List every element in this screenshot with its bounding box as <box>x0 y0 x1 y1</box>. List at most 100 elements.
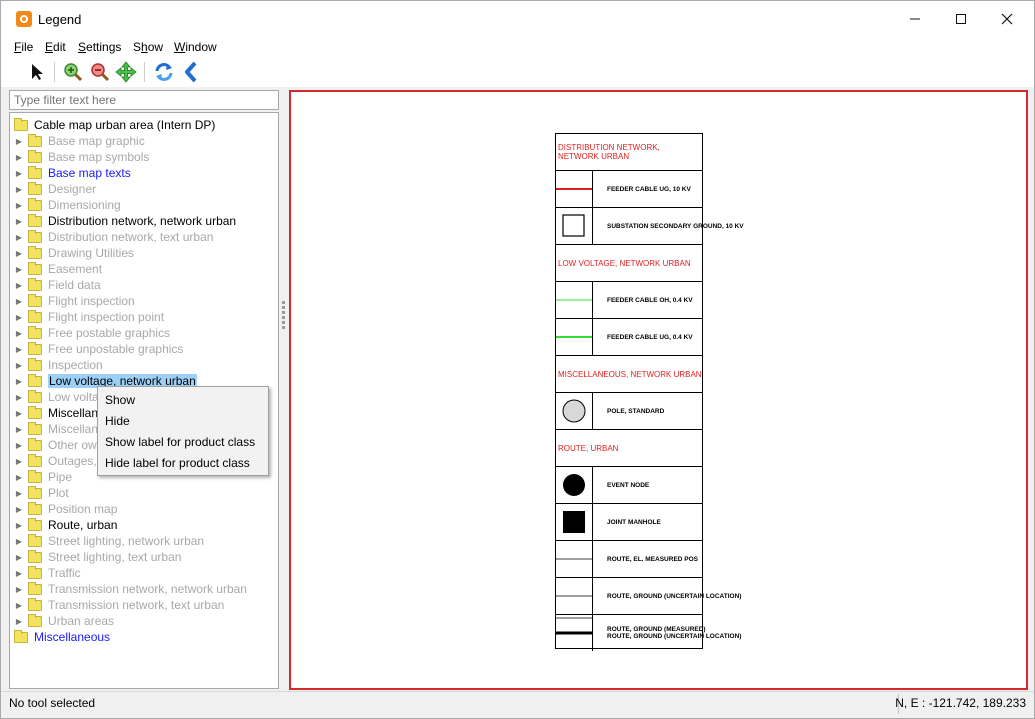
menu-edit[interactable]: Edit <box>45 40 66 54</box>
expand-arrow-icon[interactable]: ▶ <box>14 229 24 245</box>
expand-arrow-icon[interactable]: ▶ <box>14 325 24 341</box>
maximize-icon <box>956 14 966 24</box>
legend-canvas[interactable]: DISTRIBUTION NETWORK, NETWORK URBAN FEEDE… <box>289 90 1028 690</box>
expand-arrow-icon[interactable]: ▶ <box>14 389 24 405</box>
maximize-button[interactable] <box>938 1 984 37</box>
context-show-label[interactable]: Show label for product class <box>105 435 255 449</box>
menu-show[interactable]: Show <box>133 40 163 54</box>
tree-node[interactable]: ▶ Field data <box>14 277 101 293</box>
expand-arrow-icon[interactable]: ▶ <box>14 549 24 565</box>
expand-arrow-icon[interactable]: ▶ <box>14 565 24 581</box>
tree-node[interactable]: ▶ Free postable graphics <box>14 325 170 341</box>
expand-arrow-icon[interactable]: ▶ <box>14 437 24 453</box>
tree-node[interactable]: ▶ Route, urban <box>14 517 117 533</box>
context-show[interactable]: Show <box>105 393 135 407</box>
expand-arrow-icon[interactable]: ▶ <box>14 341 24 357</box>
tree-node[interactable]: ▶ Street lighting, network urban <box>14 533 204 549</box>
pane-splitter[interactable] <box>282 301 285 681</box>
expand-arrow-icon[interactable]: ▶ <box>14 533 24 549</box>
select-arrow-icon <box>32 64 43 80</box>
folder-icon <box>28 325 42 339</box>
expand-arrow-icon[interactable]: ▶ <box>14 453 24 469</box>
tree-node[interactable]: ▶ Flight inspection point <box>14 309 164 325</box>
expand-arrow-icon[interactable]: ▶ <box>14 501 24 517</box>
expand-arrow-icon[interactable]: ▶ <box>14 357 24 373</box>
tree-node[interactable]: ▶ Pipe <box>14 469 72 485</box>
tree-node[interactable]: ▶ Free unpostable graphics <box>14 341 183 357</box>
expand-arrow-icon[interactable]: ▶ <box>14 597 24 613</box>
folder-icon <box>28 533 42 547</box>
tree-node[interactable]: ▶ Easement <box>14 261 102 277</box>
expand-arrow-icon[interactable]: ▶ <box>14 165 24 181</box>
minimize-button[interactable] <box>892 1 938 37</box>
context-hide[interactable]: Hide <box>105 414 130 428</box>
tree-node[interactable]: ▶ Designer <box>14 181 96 197</box>
expand-arrow-icon[interactable]: ▶ <box>14 309 24 325</box>
context-hide-label[interactable]: Hide label for product class <box>105 456 250 470</box>
legend-group-title: LOW VOLTAGE, NETWORK URBAN <box>558 258 691 268</box>
expand-arrow-icon[interactable]: ▶ <box>14 469 24 485</box>
expand-arrow-icon[interactable]: ▶ <box>14 181 24 197</box>
expand-arrow-icon[interactable]: ▶ <box>14 149 24 165</box>
expand-arrow-icon[interactable]: ▶ <box>14 485 24 501</box>
zoom-out-icon <box>91 63 110 82</box>
expand-arrow-icon[interactable]: ▶ <box>14 261 24 277</box>
close-button[interactable] <box>984 1 1030 37</box>
tree-node[interactable]: ▶ Inspection <box>14 357 103 373</box>
tree-node[interactable]: ▶ Low volta <box>14 389 99 405</box>
tree-root-node[interactable]: Cable map urban area (Intern DP) <box>14 117 215 133</box>
tree-node-label: Base map symbols <box>48 150 150 164</box>
tree-node[interactable]: ▶ Base map texts <box>14 165 131 181</box>
status-bar: No tool selected N, E : -121.742, 189.23… <box>1 691 1034 718</box>
tree-node[interactable]: ▶ Base map graphic <box>14 133 145 149</box>
tree-node[interactable]: ▶ Transmission network, text urban <box>14 597 224 613</box>
menu-file[interactable]: File <box>14 40 33 54</box>
tree-node[interactable]: ▶ Drawing Utilities <box>14 245 134 261</box>
tree-node[interactable]: ▶ Miscellan <box>14 421 98 437</box>
tree-node[interactable]: ▶ Distribution network, text urban <box>14 229 213 245</box>
tree-node[interactable]: ▶ Plot <box>14 485 69 501</box>
legend-item-text: ROUTE, GROUND (MEASURED) <box>607 626 706 633</box>
folder-icon <box>28 437 42 451</box>
tree-node-miscellaneous[interactable]: Miscellaneous <box>14 629 110 645</box>
refresh-button[interactable] <box>153 61 175 83</box>
pan-button[interactable] <box>115 61 137 83</box>
expand-arrow-icon[interactable]: ▶ <box>14 197 24 213</box>
zoom-out-button[interactable] <box>89 61 111 83</box>
expand-arrow-icon[interactable]: ▶ <box>14 613 24 629</box>
tree-node[interactable]: ▶ Other ow <box>14 437 97 453</box>
tree-node[interactable]: ▶ Flight inspection <box>14 293 135 309</box>
expand-arrow-icon[interactable]: ▶ <box>14 133 24 149</box>
expand-arrow-icon[interactable]: ▶ <box>14 421 24 437</box>
tree-node[interactable]: ▶ Traffic <box>14 565 81 581</box>
select-tool-button[interactable] <box>26 61 48 83</box>
tree-node[interactable]: ▶ Street lighting, text urban <box>14 549 181 565</box>
tree-node[interactable]: ▶ Urban areas <box>14 613 114 629</box>
zoom-in-button[interactable] <box>62 61 84 83</box>
folder-icon <box>28 197 42 211</box>
expand-arrow-icon[interactable]: ▶ <box>14 405 24 421</box>
legend-item-row: EVENT NODE <box>556 467 702 504</box>
tree-node[interactable]: ▶ Position map <box>14 501 117 517</box>
menu-window[interactable]: Window <box>174 40 217 54</box>
legend-header-row: ROUTE, URBAN <box>556 430 702 467</box>
expand-arrow-icon[interactable]: ▶ <box>14 293 24 309</box>
expand-arrow-icon[interactable]: ▶ <box>14 277 24 293</box>
legend-item-row: POLE, STANDARD <box>556 393 702 430</box>
menu-settings[interactable]: Settings <box>78 40 121 54</box>
expand-arrow-icon[interactable]: ▶ <box>14 581 24 597</box>
expand-arrow-icon[interactable]: ▶ <box>14 373 24 389</box>
tree-node[interactable]: ▶ Outages, <box>14 453 97 469</box>
expand-arrow-icon[interactable]: ▶ <box>14 517 24 533</box>
folder-icon <box>14 629 28 643</box>
back-button[interactable] <box>180 61 202 83</box>
expand-arrow-icon[interactable]: ▶ <box>14 245 24 261</box>
filter-input[interactable] <box>9 90 279 110</box>
tree-node[interactable]: ▶ Base map symbols <box>14 149 149 165</box>
tree-node[interactable]: ▶ Miscellan <box>14 405 98 421</box>
tree-node[interactable]: ▶ Distribution network, network urban <box>14 213 236 229</box>
tree-node[interactable]: ▶ Transmission network, network urban <box>14 581 247 597</box>
expand-arrow-icon[interactable]: ▶ <box>14 213 24 229</box>
tree-node[interactable]: ▶ Dimensioning <box>14 197 121 213</box>
legend-item-row: ROUTE, GROUND (UNCERTAIN LOCATION) <box>556 578 741 615</box>
